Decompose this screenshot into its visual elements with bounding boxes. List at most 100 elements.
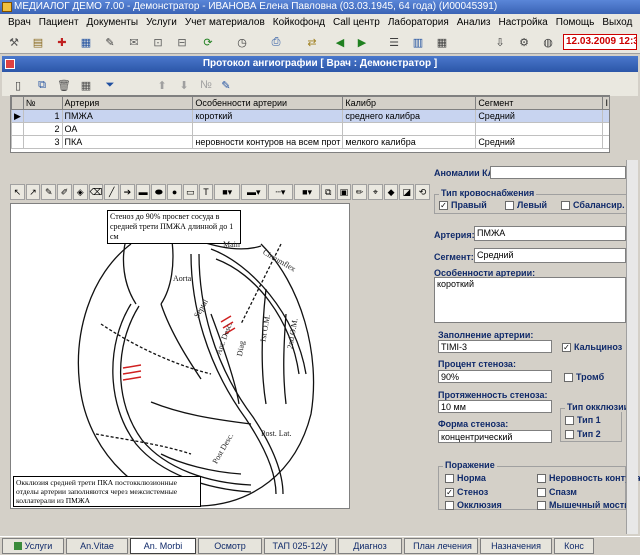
print-icon[interactable]: ⎙ — [266, 33, 286, 51]
edit-record-icon[interactable]: ✎ — [216, 76, 236, 94]
menu-callcenter[interactable]: Call центр — [329, 17, 384, 28]
select-arrow-icon[interactable]: ↖ — [10, 184, 25, 200]
menu-services[interactable]: Услуги — [142, 17, 181, 28]
new-record-icon[interactable]: ▯ — [8, 76, 28, 94]
tools-icon[interactable]: ⚒ — [4, 33, 24, 51]
mail-icon[interactable]: ✉ — [124, 33, 144, 51]
fill-color-icon[interactable]: ▬▾ — [240, 184, 267, 200]
lesion-spasm-checkbox[interactable]: Спазм — [537, 487, 577, 497]
refresh-icon[interactable]: ⟳ — [198, 33, 218, 51]
table-view-icon[interactable]: ▦ — [76, 76, 96, 94]
cell-extra[interactable] — [602, 109, 609, 123]
move-down-icon[interactable]: ⬇ — [174, 76, 194, 94]
col-number[interactable]: № — [22, 96, 63, 110]
table-row[interactable]: 3 ПКА неровности контуров на всем прот м… — [11, 135, 609, 149]
menu-doctor[interactable]: Врач — [4, 17, 35, 28]
anomalies-input[interactable] — [490, 166, 626, 179]
tab-prescriptions[interactable]: Назначения — [480, 538, 552, 554]
cell-caliber[interactable]: мелкого калибра — [342, 135, 477, 149]
tab-consult[interactable]: Конс — [554, 538, 594, 554]
table-icon[interactable]: ▦ — [432, 33, 452, 51]
coronary-diagram[interactable]: Стеноз до 90% просвет сосуда в средней т… — [10, 203, 350, 509]
supply-right-checkbox[interactable]: ✓ Правый — [439, 200, 487, 210]
features-textarea[interactable]: короткий — [434, 277, 626, 323]
stenosis-annotation[interactable]: Стеноз до 90% просвет сосуда в средней т… — [107, 210, 241, 244]
clock-icon[interactable]: ◷ — [232, 33, 252, 51]
tab-anmorbi[interactable]: An. Morbi — [130, 538, 196, 554]
menu-beds[interactable]: Койкофонд — [269, 17, 329, 28]
table-row[interactable]: 2 ОА — [11, 122, 609, 136]
cell-features[interactable]: неровности контуров на всем прот — [192, 135, 344, 149]
save-drawing-icon[interactable]: ◪ — [399, 184, 415, 200]
tab-exam[interactable]: Осмотр — [198, 538, 262, 554]
rounded-rect-icon[interactable]: ▭ — [182, 184, 198, 200]
lesion-contour-checkbox[interactable]: Неровность контура — [537, 473, 640, 483]
col-segment[interactable]: Сегмент — [475, 96, 604, 110]
cell-number[interactable]: 1 — [22, 109, 63, 123]
reset-icon[interactable]: ⟲ — [415, 184, 430, 200]
tab-tap[interactable]: ТАП 025-12/у — [264, 538, 336, 554]
cell-caliber[interactable] — [342, 122, 477, 136]
pointer-edit-icon[interactable]: ↗ — [25, 184, 41, 200]
cell-caliber[interactable]: среднего калибра — [342, 109, 477, 123]
cell-number[interactable]: 2 — [22, 122, 63, 136]
ellipse-icon[interactable]: ⬬ — [151, 184, 167, 200]
supply-left-checkbox[interactable]: Левый — [505, 200, 547, 210]
menu-materials[interactable]: Учет материалов — [181, 17, 269, 28]
menu-exit[interactable]: Выход — [598, 17, 636, 28]
number-icon[interactable]: № — [196, 76, 216, 94]
tab-treatment-plan[interactable]: План лечения — [404, 538, 478, 554]
tab-services[interactable]: Услуги — [2, 538, 64, 554]
forward-icon[interactable]: ▶ — [352, 33, 372, 51]
back-icon[interactable]: ◀ — [330, 33, 350, 51]
lesion-bridge-checkbox[interactable]: Мышечный мостик — [537, 500, 634, 510]
stamp-icon[interactable]: ⌖ — [368, 184, 383, 200]
copy-icon[interactable]: ⧉ — [32, 76, 52, 94]
form-scrollbar[interactable] — [626, 160, 638, 534]
supply-balanced-checkbox[interactable]: Сбалансир. — [561, 200, 625, 210]
lesion-norm-checkbox[interactable]: Норма — [445, 473, 486, 483]
image-icon[interactable]: ▣ — [336, 184, 352, 200]
thrombus-checkbox[interactable]: Тромб — [564, 372, 604, 382]
cell-features[interactable] — [192, 122, 344, 136]
document-icon[interactable]: ▦ — [76, 33, 96, 51]
col-artery[interactable]: Артерия — [61, 96, 194, 110]
tab-anvitae[interactable]: An.Vitae — [66, 538, 128, 554]
calcinosis-checkbox[interactable]: ✓ Кальциноз — [562, 342, 622, 352]
eraser-icon[interactable]: ⌫ — [88, 184, 104, 200]
rectangle-icon[interactable]: ▬ — [135, 184, 151, 200]
fill-icon[interactable]: ◈ — [72, 184, 88, 200]
line-icon[interactable]: ╱ — [104, 184, 120, 200]
cell-artery[interactable]: ПКА — [61, 135, 194, 149]
move-up-icon[interactable]: ⬆ — [152, 76, 172, 94]
stenosis-pct-input[interactable]: 90% — [438, 370, 552, 383]
occlusion-type1-checkbox[interactable]: Тип 1 — [565, 415, 601, 425]
globe-icon[interactable]: ◍ — [538, 33, 558, 51]
line-width-icon[interactable]: ■▾ — [294, 184, 320, 200]
tab-diagnosis[interactable]: Диагноз — [338, 538, 402, 554]
filled-ellipse-icon[interactable]: ● — [167, 184, 182, 200]
medical-record-icon[interactable]: ✚ — [52, 33, 72, 51]
cell-extra[interactable] — [602, 135, 609, 149]
stenosis-len-input[interactable]: 10 мм — [438, 400, 552, 413]
col-features[interactable]: Особенности артерии — [192, 96, 344, 110]
menu-documents[interactable]: Документы — [83, 17, 143, 28]
menu-lab[interactable]: Лаборатория — [384, 17, 453, 28]
table-row[interactable]: ▶ 1 ПМЖА короткий среднего калибра Средн… — [11, 109, 609, 123]
inbox-icon[interactable]: ⊡ — [148, 33, 168, 51]
cell-segment[interactable]: Средний — [475, 135, 604, 149]
occlusion-type2-checkbox[interactable]: Тип 2 — [565, 429, 601, 439]
clear-icon[interactable]: ◆ — [383, 184, 399, 200]
line-style-icon[interactable]: ┄▾ — [267, 184, 294, 200]
text-tool-icon[interactable]: T — [198, 184, 214, 200]
menu-settings[interactable]: Настройка — [495, 17, 552, 28]
line-color-icon[interactable]: ■▾ — [214, 184, 240, 200]
artery-input[interactable]: ПМЖА — [474, 226, 626, 241]
cell-number[interactable]: 3 — [22, 135, 63, 149]
cell-features[interactable]: короткий — [192, 109, 344, 123]
cell-artery[interactable]: ОА — [61, 122, 194, 136]
pen-icon[interactable]: ✎ — [41, 184, 57, 200]
list-icon[interactable]: ☰ — [384, 33, 404, 51]
stenosis-form-input[interactable]: концентрический — [438, 430, 552, 443]
brush-icon[interactable]: ✐ — [57, 184, 72, 200]
